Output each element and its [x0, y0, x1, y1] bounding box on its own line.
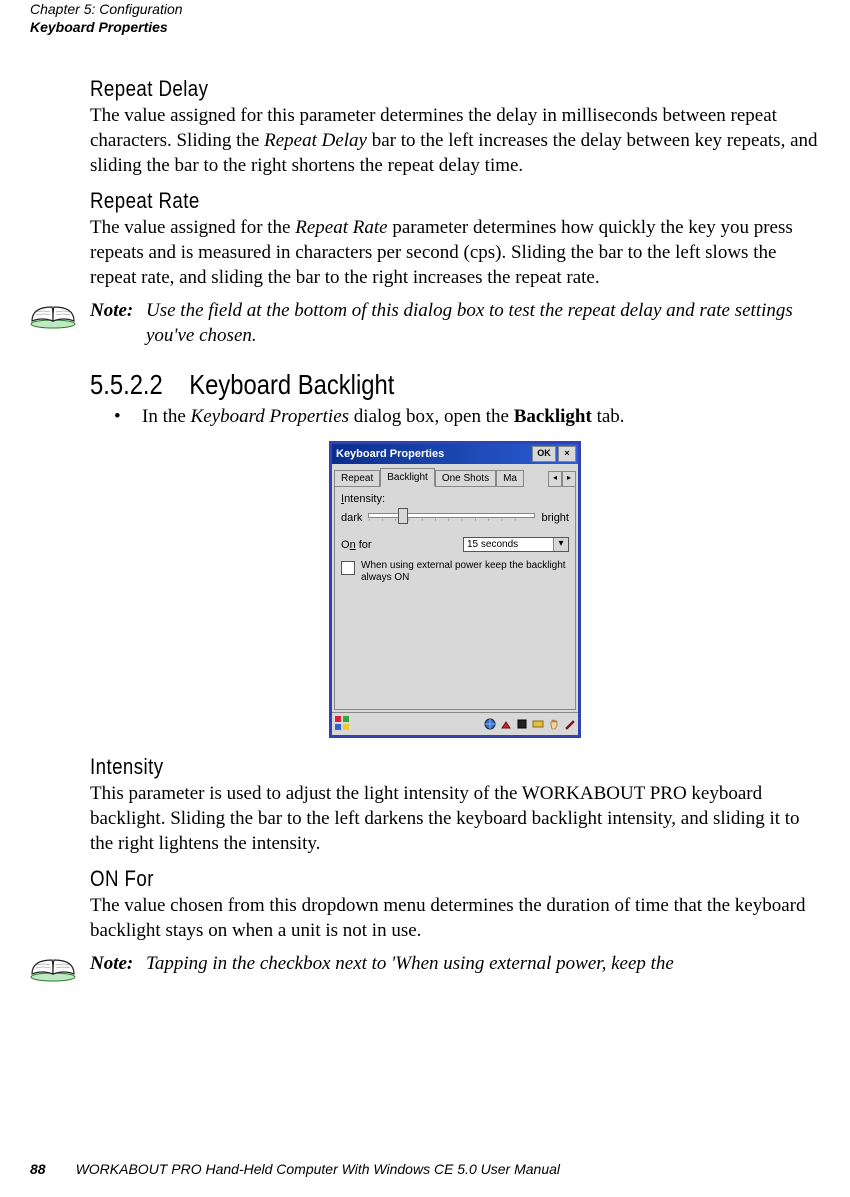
dialog-title: Keyboard Properties [334, 448, 530, 460]
intensity-label: Intensity: [341, 493, 569, 505]
bullet-open-backlight: • In the Keyboard Properties dialog box,… [114, 405, 820, 430]
onfor-heading: ON For [90, 866, 711, 892]
tab-scroll-right[interactable]: ▸ [562, 471, 576, 487]
tray [484, 718, 576, 730]
close-button[interactable]: × [558, 446, 576, 462]
footer-title: WORKABOUT PRO Hand-Held Computer With Wi… [76, 1161, 560, 1177]
card-icon[interactable] [532, 718, 544, 730]
device-icon[interactable] [516, 718, 528, 730]
onfor-combo[interactable]: 15 seconds ▾ [463, 537, 569, 552]
slider-bright-label: bright [541, 512, 569, 524]
connection-icon[interactable] [500, 718, 512, 730]
page-number: 88 [30, 1161, 46, 1177]
keyboard-properties-dialog: Keyboard Properties OK × Repeat Backligh… [329, 441, 581, 738]
note-1-text: Note: Use the field at the bottom of thi… [90, 299, 820, 349]
page-header: Chapter 5: Configuration Keyboard Proper… [30, 0, 820, 36]
repeat-delay-heading: Repeat Delay [90, 76, 711, 102]
dialog-screenshot: Keyboard Properties OK × Repeat Backligh… [90, 441, 820, 738]
onfor-label: On for [341, 539, 372, 551]
onfor-row: On for 15 seconds ▾ [341, 537, 569, 552]
intensity-paragraph: This parameter is used to adjust the lig… [90, 782, 820, 856]
start-icon[interactable] [334, 715, 354, 734]
note-2: Note: Tapping in the checkbox next to 'W… [28, 952, 820, 987]
external-power-check-row: When using external power keep the backl… [341, 560, 569, 584]
intensity-slider[interactable]: ' ' ' ' ' ' ' ' ' ' ' ' [368, 509, 535, 527]
globe-icon[interactable] [484, 718, 496, 730]
backlight-section-heading: 5.5.2.2 Keyboard Backlight [90, 369, 711, 401]
repeat-rate-heading: Repeat Rate [90, 188, 711, 214]
tab-backlight[interactable]: Backlight [380, 468, 435, 487]
intensity-slider-row: dark ' ' ' ' ' ' ' ' ' ' ' ' bright [341, 509, 569, 527]
external-power-checkbox[interactable] [341, 561, 355, 575]
repeat-rate-paragraph: The value assigned for the Repeat Rate p… [90, 216, 820, 290]
tab-oneshots[interactable]: One Shots [435, 470, 496, 487]
external-power-check-label: When using external power keep the backl… [361, 560, 569, 584]
ok-button[interactable]: OK [532, 446, 556, 462]
tab-macro[interactable]: Ma [496, 470, 524, 487]
taskbar [332, 712, 578, 735]
backlight-panel: Intensity: dark ' ' ' ' ' ' ' ' ' ' ' ' … [334, 487, 576, 710]
hand-icon[interactable] [548, 718, 560, 730]
book-icon [28, 299, 78, 334]
tab-repeat[interactable]: Repeat [334, 470, 380, 487]
book-icon [28, 952, 78, 987]
note-1: Note: Use the field at the bottom of thi… [28, 299, 820, 349]
intensity-heading: Intensity [90, 754, 711, 780]
chapter-line: Chapter 5: Configuration [30, 0, 820, 18]
repeat-delay-paragraph: The value assigned for this parameter de… [90, 104, 820, 178]
slider-dark-label: dark [341, 512, 362, 524]
page-footer: 88 WORKABOUT PRO Hand-Held Computer With… [30, 1161, 820, 1177]
section-line: Keyboard Properties [30, 18, 820, 36]
dialog-titlebar: Keyboard Properties OK × [332, 444, 578, 464]
tab-strip: Repeat Backlight One Shots Ma ◂ ▸ [332, 464, 578, 487]
pen-icon[interactable] [564, 718, 576, 730]
bullet-dot: • [114, 405, 142, 430]
onfor-value: 15 seconds [464, 538, 553, 551]
onfor-paragraph: The value chosen from this dropdown menu… [90, 894, 820, 943]
tab-scroll-left[interactable]: ◂ [548, 471, 562, 487]
chevron-down-icon[interactable]: ▾ [553, 538, 568, 551]
note-2-text: Note: Tapping in the checkbox next to 'W… [90, 952, 820, 977]
